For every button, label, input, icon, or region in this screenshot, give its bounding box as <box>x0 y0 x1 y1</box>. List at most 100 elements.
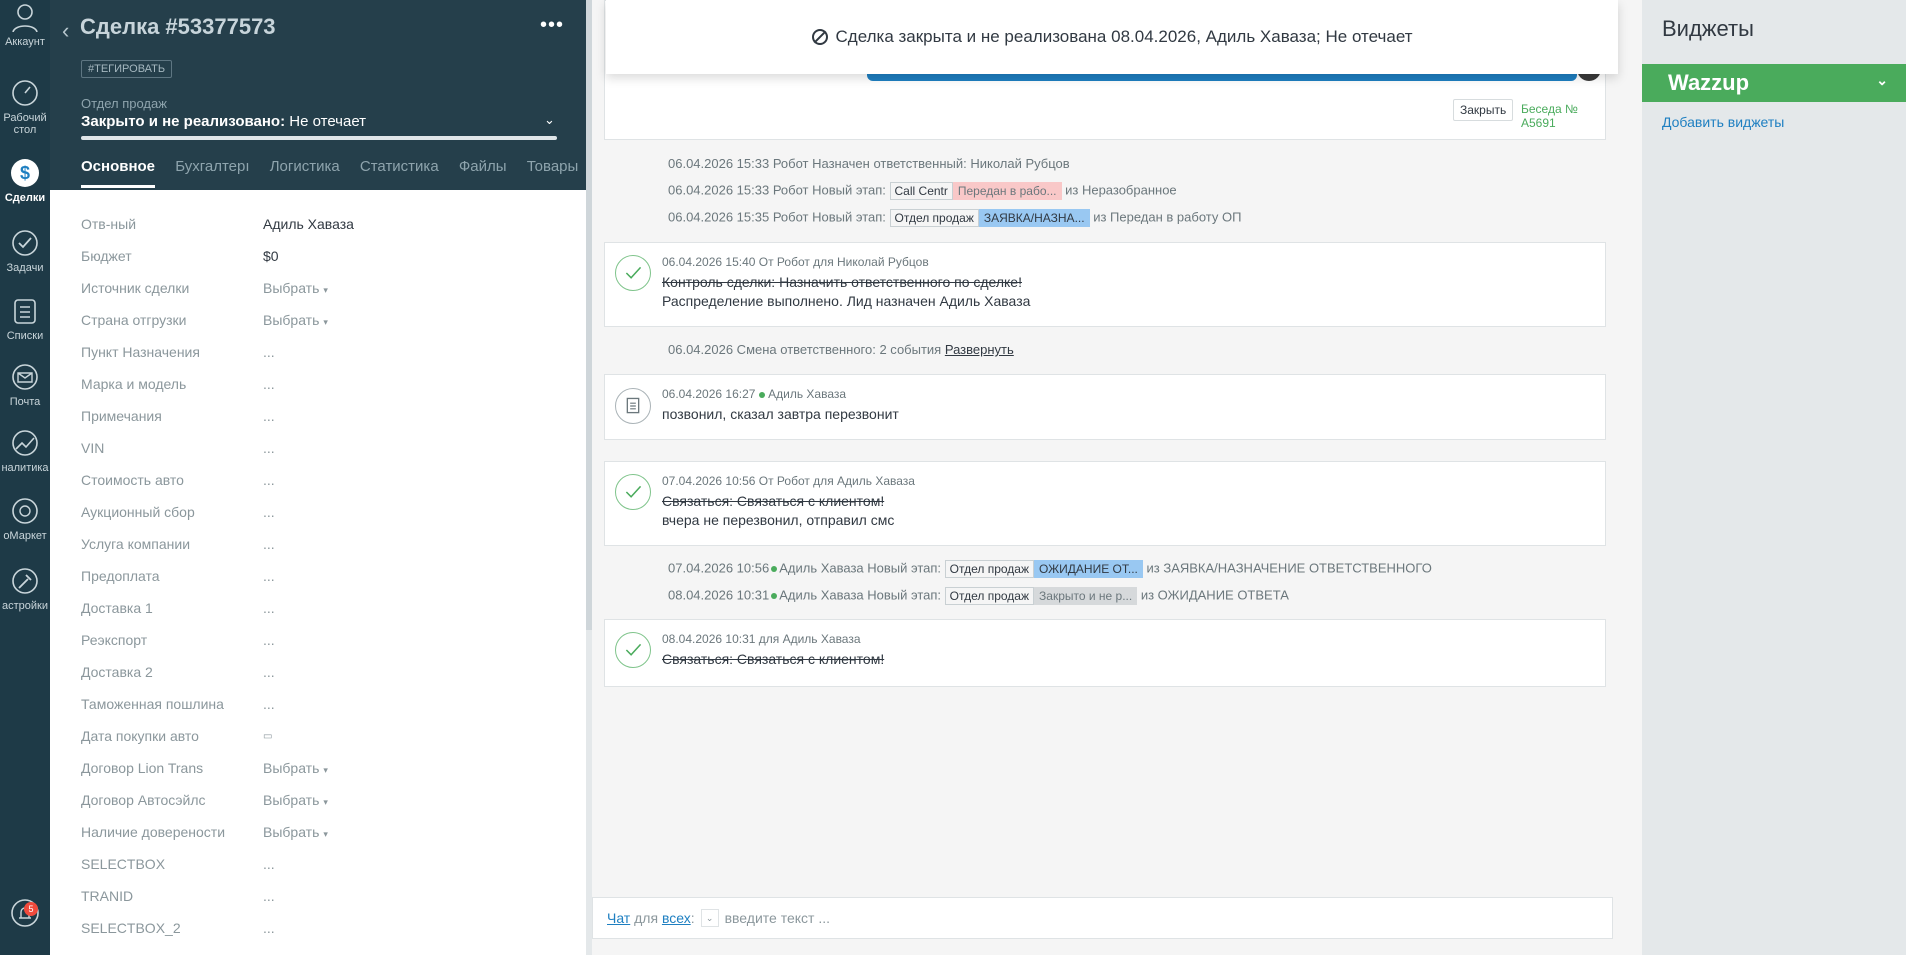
event-responsible-change: 06.04.2026 Смена ответственного: 2 событ… <box>668 342 1014 357</box>
mail-icon <box>12 364 38 390</box>
field-value[interactable]: $0 <box>263 248 279 264</box>
dashboard-icon <box>12 80 38 106</box>
field-value[interactable]: ... <box>263 504 275 520</box>
deals-icon: $ <box>11 159 39 187</box>
deal-fields: Отв-ный Адиль Хаваза Бюджет $0 Источник сд… <box>81 208 561 944</box>
expand-link[interactable]: Развернуть <box>945 342 1014 357</box>
event-text: 06.04.2026 15:35 Робот Новый этап: <box>668 209 886 225</box>
field-value[interactable]: ... <box>263 920 275 936</box>
field-select[interactable]: Выбрать ▾ <box>263 280 328 296</box>
field-value[interactable]: ... <box>263 632 275 648</box>
chevron-down-icon[interactable]: ⌄ <box>1876 72 1888 89</box>
field-value[interactable]: ... <box>263 472 275 488</box>
field-row: Стоимость авто... <box>81 464 561 496</box>
wazzup-label: Wazzup <box>1668 70 1750 95</box>
nav-deals[interactable]: $ Сделки <box>0 158 50 204</box>
field-value[interactable]: ... <box>263 536 275 552</box>
event-stage-change: 06.04.2026 15:33 Робот Новый этап: Call … <box>668 182 1177 200</box>
field-select[interactable]: Выбрать ▾ <box>263 760 328 776</box>
task-card: 08.04.2026 10:31 для Адиль Хаваза Связат… <box>604 619 1606 687</box>
chat-type-link[interactable]: Чат <box>607 910 630 926</box>
field-row: Услуга компании... <box>81 528 561 560</box>
notification-badge: 5 <box>24 902 38 916</box>
field-value[interactable]: ... <box>263 888 275 904</box>
nav-dashboard[interactable]: Рабочий стол <box>0 78 50 136</box>
field-value[interactable]: ... <box>263 856 275 872</box>
nav-label-market: оМаркет <box>3 530 47 542</box>
field-value[interactable]: Адиль Хаваза <box>263 216 354 232</box>
nav-analytics[interactable]: налитика <box>0 428 50 474</box>
chevron-down-icon[interactable]: ⌄ <box>700 909 719 927</box>
field-row: VIN... <box>81 432 561 464</box>
close-conversation-button[interactable]: Закрыть <box>1453 99 1514 121</box>
tag-button[interactable]: #ТЕГИРОВАТЬ <box>81 60 173 78</box>
tab-logistics[interactable]: Логистика <box>270 158 340 185</box>
field-value[interactable]: ... <box>263 696 275 712</box>
calendar-icon[interactable]: ▭ <box>263 731 272 742</box>
tab-main[interactable]: Основное <box>81 158 156 188</box>
field-value[interactable]: ... <box>263 408 275 424</box>
field-label: Бюджет <box>81 248 132 264</box>
field-value[interactable]: ... <box>263 568 275 584</box>
field-value[interactable]: ... <box>263 376 275 392</box>
composer-colon: : <box>690 910 695 926</box>
field-label: Источник сделки <box>81 280 190 296</box>
notification-text: Сделка закрыта и не реализована 08.04.20… <box>835 27 1413 46</box>
check-icon[interactable] <box>615 474 651 510</box>
note-icon <box>615 388 651 424</box>
field-row: Примечания... <box>81 400 561 432</box>
tab-accounting[interactable]: Бухгалтерı <box>175 158 249 185</box>
field-value[interactable]: ... <box>263 600 275 616</box>
composer-input[interactable]: введите текст ... <box>725 910 830 926</box>
wazzup-widget[interactable]: Wazzup ⌄ <box>1642 64 1906 102</box>
task-card: 06.04.2026 15:40 От Робот для Николай Ру… <box>604 242 1606 327</box>
nav-tasks[interactable]: Задачи <box>0 228 50 274</box>
field-select[interactable]: Выбрать ▾ <box>263 824 328 840</box>
field-row: Договор Lion Trans Выбрать ▾ <box>81 752 561 784</box>
check-icon[interactable] <box>615 255 651 291</box>
nav-label-mail: Почта <box>9 396 41 408</box>
tab-statistics[interactable]: Статистика <box>360 158 439 185</box>
field-row: Предоплата... <box>81 560 561 592</box>
check-icon[interactable] <box>615 632 651 668</box>
event-stage-change: 08.04.2026 10:31 Адиль Хаваза Новый этап:… <box>668 587 1289 605</box>
conversation-link[interactable]: Беседа № А5691 <box>1521 102 1605 130</box>
recipient-link[interactable]: всех <box>662 910 691 926</box>
field-value[interactable]: ... <box>263 344 275 360</box>
tab-products[interactable]: Товары <box>527 158 579 185</box>
field-select-label: Выбрать <box>263 792 320 808</box>
task-meta: 06.04.2026 15:40 От Робот для Николай Ру… <box>662 255 929 269</box>
more-menu-button[interactable]: ••• <box>540 14 564 37</box>
note-date: 06.04.2026 16:27 <box>662 387 756 401</box>
chevron-down-icon[interactable]: ⌄ <box>544 112 555 128</box>
field-value[interactable]: ... <box>263 664 275 680</box>
nav-market[interactable]: оМаркет <box>0 496 50 542</box>
field-select[interactable]: Выбрать ▾ <box>263 792 328 808</box>
nav-lists[interactable]: Списки <box>0 296 50 342</box>
status-select[interactable]: Закрыто и не реализовано: Не отечает <box>81 113 366 130</box>
tasks-icon <box>12 230 38 256</box>
settings-icon <box>12 568 38 594</box>
field-label: Марка и модель <box>81 376 187 392</box>
nav-account[interactable]: Аккаунт <box>0 2 50 48</box>
field-label: Договор Автосэйлс <box>81 792 206 808</box>
tab-files[interactable]: Файлы <box>459 158 507 185</box>
task-result: вчера не перезвонил, отправил смс <box>662 512 895 528</box>
field-select[interactable]: Выбрать ▾ <box>263 312 328 328</box>
field-value[interactable]: ... <box>263 440 275 456</box>
nav-mail[interactable]: Почта <box>0 362 50 408</box>
message-composer[interactable]: Чат для всех: ⌄ введите текст ... <box>592 897 1613 939</box>
add-widgets-link[interactable]: Добавить виджеты <box>1662 114 1784 130</box>
nav-settings[interactable]: астройки <box>0 566 50 612</box>
field-label: Страна отгрузки <box>81 312 187 328</box>
field-label: Доставка 2 <box>81 664 153 680</box>
field-select-label: Выбрать <box>263 280 320 296</box>
deal-title: Сделка #53377573 <box>80 14 276 39</box>
back-arrow-icon[interactable]: ‹ <box>62 18 69 44</box>
online-dot <box>758 391 765 398</box>
event-from: из Передан в работу ОП <box>1093 209 1242 225</box>
field-row: TRANID... <box>81 880 561 912</box>
lists-icon <box>14 299 36 324</box>
nav-notifications[interactable]: 5 <box>0 898 50 932</box>
event-from: из ЗАЯВКА/НАЗНАЧЕНИЕ ОТВЕТСТВЕННОГО <box>1146 560 1432 576</box>
